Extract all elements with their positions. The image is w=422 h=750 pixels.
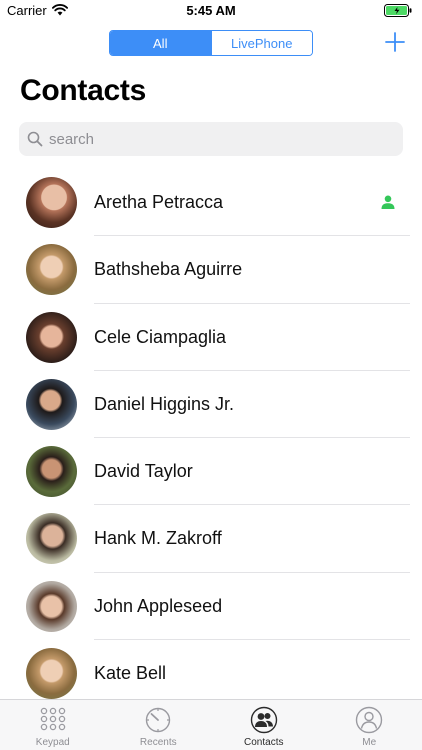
contact-row[interactable]: John Appleseed — [0, 573, 422, 641]
contact-row[interactable]: Kate Bell — [0, 640, 422, 708]
contact-row[interactable]: David Taylor — [0, 438, 422, 506]
contact-name: Cele Ciampaglia — [94, 326, 227, 347]
contact-name: John Appleseed — [94, 595, 223, 616]
tab-me[interactable]: Me — [317, 700, 422, 750]
tab-recents[interactable]: Recents — [106, 700, 212, 750]
avatar — [26, 648, 77, 700]
contact-list: Aretha Petracca Bathsheba Aguirre Cele C… — [0, 169, 422, 708]
contacts-filter-segmented-control: All LivePhone — [109, 30, 313, 56]
battery-icon — [384, 4, 412, 17]
status-bar: Carrier 5:45 AM — [0, 0, 422, 22]
plus-icon[interactable] — [385, 32, 405, 52]
page-title: Contacts — [20, 74, 146, 107]
contact-row[interactable]: Cele Ciampaglia — [0, 304, 422, 371]
segment-all[interactable]: All — [110, 31, 211, 55]
tab-keypad[interactable]: Keypad — [0, 700, 106, 750]
me-icon — [356, 706, 383, 734]
tab-bar: Keypad Recents Contacts Me — [0, 699, 422, 750]
contact-name: Bathsheba Aguirre — [94, 259, 243, 280]
contact-name: Hank M. Zakroff — [94, 528, 222, 549]
segment-livephone[interactable]: LivePhone — [210, 31, 312, 55]
tab-label: Contacts — [244, 737, 284, 748]
contact-row[interactable]: Bathsheba Aguirre — [0, 236, 422, 304]
search-input[interactable] — [49, 130, 389, 148]
tab-label: Me — [362, 737, 377, 748]
search-bar[interactable] — [19, 122, 403, 156]
recents-icon — [146, 707, 171, 733]
avatar — [26, 446, 77, 498]
contact-row[interactable]: Daniel Higgins Jr. — [0, 371, 422, 439]
tab-label: Recents — [139, 737, 177, 748]
search-icon — [27, 131, 43, 147]
avatar — [26, 513, 77, 565]
avatar — [26, 244, 77, 296]
contact-row[interactable]: Hank M. Zakroff — [0, 505, 422, 573]
person-icon — [381, 195, 395, 209]
avatar — [26, 311, 77, 363]
contacts-icon — [250, 706, 277, 734]
avatar — [26, 177, 77, 228]
keypad-icon — [40, 707, 65, 731]
contact-name: Aretha Petracca — [94, 192, 224, 212]
contact-name: David Taylor — [94, 461, 193, 482]
avatar — [26, 378, 77, 430]
status-time: 5:45 AM — [186, 3, 236, 18]
contact-row[interactable]: Aretha Petracca — [0, 169, 422, 237]
tab-contacts[interactable]: Contacts — [211, 700, 317, 750]
tab-label: Keypad — [35, 737, 70, 748]
avatar — [26, 580, 77, 632]
contact-name: Kate Bell — [94, 663, 167, 684]
contact-name: Daniel Higgins Jr. — [94, 393, 235, 414]
